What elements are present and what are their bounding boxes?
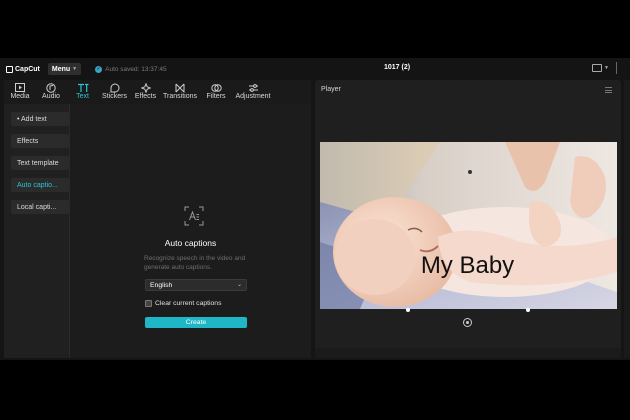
player-panel: Player My Baby [315, 80, 621, 358]
create-button[interactable]: Create [145, 317, 247, 328]
tab-label: Audio [42, 93, 60, 100]
tab-stickers[interactable]: Stickers [99, 80, 130, 104]
resize-handle[interactable] [526, 308, 530, 312]
capcut-window: CapCut Menu ▼ ✓ Auto saved: 13:37:45 101… [0, 58, 630, 360]
tab-label: Stickers [102, 93, 127, 100]
check-icon: ✓ [95, 65, 103, 73]
clear-captions-checkbox[interactable] [145, 300, 152, 307]
sidebar-item-text-template[interactable]: Text template [11, 156, 69, 170]
sidebar-item-effects[interactable]: Effects [11, 134, 69, 148]
chevron-down-icon: ▼ [604, 65, 609, 71]
sidebar-item-local-captions[interactable]: Local capti... [11, 200, 69, 214]
right-panel-edge [624, 80, 630, 358]
window-divider [616, 62, 617, 74]
caption-text[interactable]: My Baby [412, 252, 523, 280]
title-bar: CapCut Menu ▼ ✓ Auto saved: 13:37:45 101… [0, 58, 630, 80]
audio-icon [46, 83, 56, 93]
sidebar-item-add-text[interactable]: • Add text [11, 112, 69, 126]
tab-text[interactable]: Text [66, 80, 99, 104]
effects-icon [139, 82, 152, 94]
clear-captions-label: Clear current captions [155, 300, 222, 307]
stickers-icon [110, 83, 120, 93]
language-select[interactable]: English ⌄ [145, 279, 247, 291]
tab-label: Adjustment [235, 93, 271, 100]
tab-label: Filters [206, 93, 226, 100]
main-toolbar: Media Audio Text Stickers Effects Transi… [4, 80, 311, 104]
chevron-down-icon: ▼ [72, 66, 78, 72]
player-bottom-bar [315, 348, 621, 358]
sidebar-item-auto-captions[interactable]: Auto captio... [11, 178, 69, 192]
chevron-down-icon: ⌄ [236, 282, 242, 288]
media-icon [15, 83, 25, 93]
rotate-icon[interactable] [463, 318, 472, 327]
left-panel: Media Audio Text Stickers Effects Transi… [4, 80, 311, 358]
project-title[interactable]: 1017 (2) [384, 64, 410, 71]
tab-label: Text [76, 93, 89, 100]
adjustment-icon [248, 83, 259, 93]
resize-handle[interactable] [406, 308, 410, 312]
autosave-text: Auto saved: 13:37:45 [105, 65, 167, 73]
capcut-logo-icon [6, 65, 13, 73]
filters-icon [210, 83, 222, 93]
video-preview[interactable]: My Baby [320, 142, 617, 309]
caption-textbox[interactable]: My Baby [412, 250, 523, 283]
menu-icon[interactable] [605, 87, 612, 95]
player-title: Player [321, 86, 341, 93]
tab-label: Effects [134, 93, 157, 100]
auto-captions-title: Auto captions [164, 238, 217, 248]
layout-icon [592, 64, 602, 72]
tab-adjustment[interactable]: Adjustment [233, 80, 273, 104]
transitions-icon [175, 83, 185, 93]
menu-label: Menu [51, 65, 71, 73]
layout-button[interactable]: ▼ [592, 64, 609, 72]
text-sidebar: • Add text Effects Text template Auto ca… [4, 104, 70, 358]
tab-media[interactable]: Media [4, 80, 36, 104]
tab-audio[interactable]: Audio [36, 80, 66, 104]
autosave-status: ✓ Auto saved: 13:37:45 [95, 65, 167, 73]
text-icon [77, 83, 89, 93]
tab-transitions[interactable]: Transitions [161, 80, 199, 104]
tab-label: Transitions [163, 93, 197, 100]
auto-captions-content: Auto captions Recognize speech in the vi… [70, 104, 311, 358]
tab-filters[interactable]: Filters [199, 80, 233, 104]
app-name: CapCut [15, 65, 40, 73]
menu-button[interactable]: Menu ▼ [47, 63, 82, 75]
tab-label: Media [10, 93, 30, 100]
tab-effects[interactable]: Effects [130, 80, 161, 104]
app-logo: CapCut [6, 65, 40, 73]
baby-video-frame [320, 142, 617, 309]
language-value: English [150, 281, 173, 289]
clear-captions-option[interactable]: Clear current captions [145, 300, 222, 307]
player-header: Player [315, 80, 621, 98]
auto-captions-description: Recognize speech in the video and genera… [144, 255, 246, 271]
auto-captions-icon [184, 206, 204, 226]
